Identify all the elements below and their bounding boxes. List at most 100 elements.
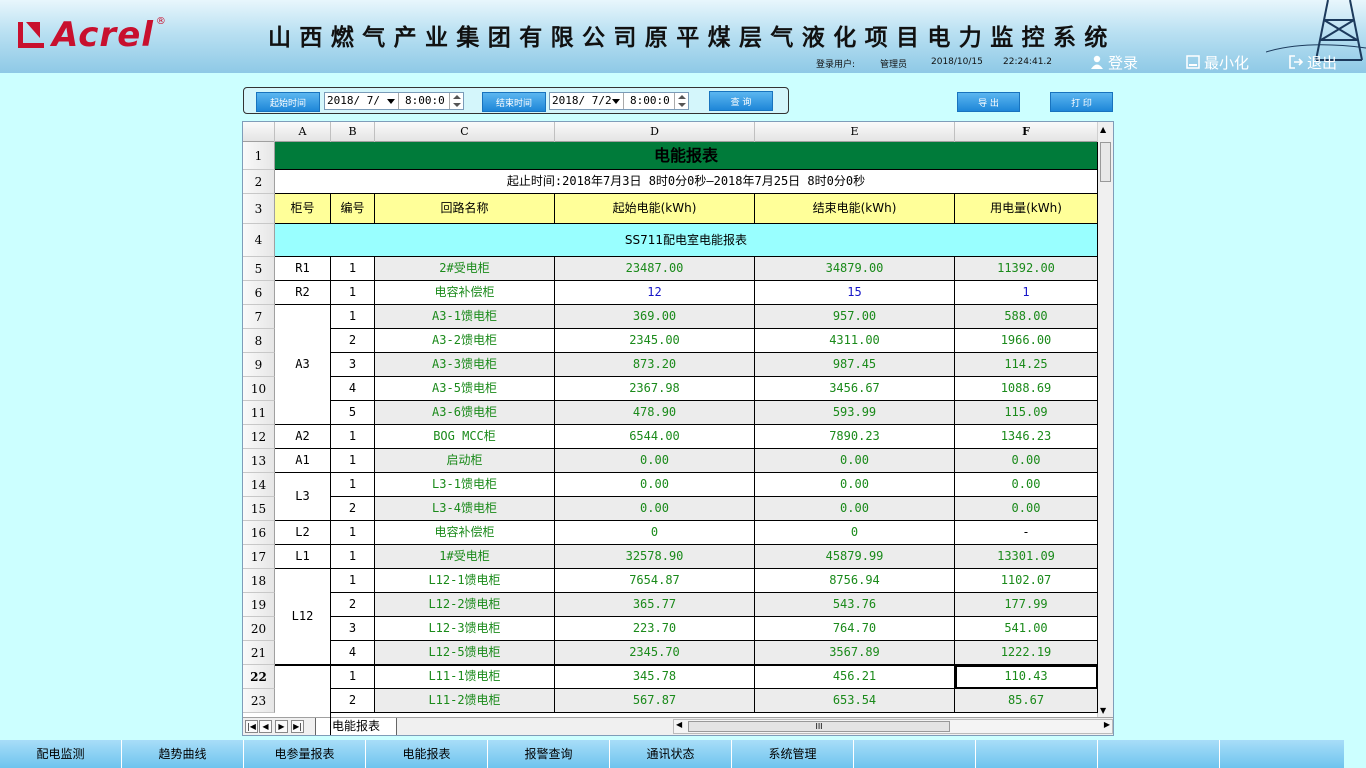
circuit-name-cell[interactable]: L3-1馈电柜 xyxy=(375,473,555,497)
end-energy-cell[interactable]: 987.45 xyxy=(755,353,955,377)
cabinet-cell[interactable]: L3 xyxy=(275,473,331,521)
end-energy-cell[interactable]: 0.00 xyxy=(755,449,955,473)
end-energy-cell[interactable]: 8756.94 xyxy=(755,569,955,593)
scroll-left-icon[interactable]: ◀ xyxy=(676,720,682,729)
circuit-name-cell[interactable]: 1#受电柜 xyxy=(375,545,555,569)
start-energy-cell[interactable]: 32578.90 xyxy=(555,545,755,569)
row-header[interactable]: 5 xyxy=(243,257,275,281)
row-header[interactable]: 22 xyxy=(243,665,275,689)
column-title[interactable]: 起始电能(kWh) xyxy=(555,194,755,224)
circuit-name-cell[interactable]: L12-3馈电柜 xyxy=(375,617,555,641)
start-energy-cell[interactable]: 6544.00 xyxy=(555,425,755,449)
column-header-a[interactable]: A xyxy=(275,122,331,142)
column-header-f[interactable]: F xyxy=(955,122,1098,142)
circuit-name-cell[interactable]: A3-6馈电柜 xyxy=(375,401,555,425)
start-energy-cell[interactable]: 365.77 xyxy=(555,593,755,617)
circuit-name-cell[interactable]: A3-2馈电柜 xyxy=(375,329,555,353)
start-energy-cell[interactable]: 7654.87 xyxy=(555,569,755,593)
start-energy-cell[interactable]: 345.78 xyxy=(555,665,755,689)
start-energy-cell[interactable]: 23487.00 xyxy=(555,257,755,281)
end-energy-cell[interactable]: 34879.00 xyxy=(755,257,955,281)
end-energy-cell[interactable]: 7890.23 xyxy=(755,425,955,449)
column-title[interactable]: 结束电能(kWh) xyxy=(755,194,955,224)
column-title[interactable]: 用电量(kWh) xyxy=(955,194,1098,224)
row-header[interactable]: 9 xyxy=(243,353,275,377)
end-energy-cell[interactable]: 653.54 xyxy=(755,689,955,713)
row-header[interactable]: 19 xyxy=(243,593,275,617)
end-energy-cell[interactable]: 3567.89 xyxy=(755,641,955,665)
row-header[interactable]: 12 xyxy=(243,425,275,449)
row-header[interactable]: 6 xyxy=(243,281,275,305)
circuit-name-cell[interactable]: L11-1馈电柜 xyxy=(375,665,555,689)
number-cell[interactable]: 5 xyxy=(331,401,375,425)
end-energy-cell[interactable]: 3456.67 xyxy=(755,377,955,401)
number-cell[interactable]: 1 xyxy=(331,305,375,329)
circuit-name-cell[interactable]: L12-2馈电柜 xyxy=(375,593,555,617)
end-energy-cell[interactable]: 15 xyxy=(755,281,955,305)
row-header[interactable]: 1 xyxy=(243,142,275,170)
start-energy-cell[interactable]: 478.90 xyxy=(555,401,755,425)
export-button[interactable]: 导 出 xyxy=(957,92,1020,112)
circuit-name-cell[interactable]: 启动柜 xyxy=(375,449,555,473)
start-date-dropdown-icon[interactable] xyxy=(387,99,395,104)
consumption-cell[interactable]: 0.00 xyxy=(955,449,1098,473)
number-cell[interactable]: 2 xyxy=(331,689,375,713)
nav-item-2[interactable]: 趋势曲线 xyxy=(122,740,244,768)
nav-item-11[interactable] xyxy=(1220,740,1344,768)
number-cell[interactable]: 3 xyxy=(331,617,375,641)
row-header[interactable]: 16 xyxy=(243,521,275,545)
circuit-name-cell[interactable]: L12-5馈电柜 xyxy=(375,641,555,665)
number-cell[interactable]: 3 xyxy=(331,353,375,377)
cabinet-cell[interactable]: A2 xyxy=(275,425,331,449)
nav-item-6[interactable]: 通讯状态 xyxy=(610,740,732,768)
circuit-name-cell[interactable]: 2#受电柜 xyxy=(375,257,555,281)
start-energy-cell[interactable]: 12 xyxy=(555,281,755,305)
consumption-cell[interactable]: 541.00 xyxy=(955,617,1098,641)
start-energy-cell[interactable]: 2367.98 xyxy=(555,377,755,401)
horizontal-scroll-thumb[interactable]: III xyxy=(688,721,950,732)
column-title[interactable]: 编号 xyxy=(331,194,375,224)
number-cell[interactable]: 1 xyxy=(331,281,375,305)
scroll-up-icon[interactable]: ▲ xyxy=(1100,125,1106,134)
consumption-cell[interactable]: 114.25 xyxy=(955,353,1098,377)
exit-button[interactable]: 退出 xyxy=(1289,53,1337,72)
cabinet-cell[interactable]: L1 xyxy=(275,545,331,569)
end-energy-cell[interactable]: 764.70 xyxy=(755,617,955,641)
consumption-cell[interactable]: 1102.07 xyxy=(955,569,1098,593)
circuit-name-cell[interactable]: 电容补偿柜 xyxy=(375,521,555,545)
column-header-b[interactable]: B xyxy=(331,122,375,142)
end-time-spinner[interactable] xyxy=(674,93,688,109)
start-energy-cell[interactable]: 873.20 xyxy=(555,353,755,377)
end-energy-cell[interactable]: 4311.00 xyxy=(755,329,955,353)
consumption-cell[interactable]: 1 xyxy=(955,281,1098,305)
minimize-button[interactable]: 最小化 xyxy=(1186,53,1249,72)
vertical-scroll-thumb[interactable] xyxy=(1100,142,1111,182)
end-date-dropdown-icon[interactable] xyxy=(612,99,620,104)
nav-item-1[interactable]: 配电监测 xyxy=(0,740,122,768)
column-title[interactable]: 柜号 xyxy=(275,194,331,224)
number-cell[interactable]: 1 xyxy=(331,569,375,593)
query-button[interactable]: 查 询 xyxy=(709,91,773,111)
row-header[interactable]: 17 xyxy=(243,545,275,569)
horizontal-scrollbar[interactable]: ◀ III ▶ xyxy=(673,719,1113,734)
cabinet-cell[interactable]: R2 xyxy=(275,281,331,305)
consumption-cell[interactable]: 11392.00 xyxy=(955,257,1098,281)
start-time-spinner[interactable] xyxy=(449,93,463,109)
start-energy-cell[interactable]: 0 xyxy=(555,521,755,545)
scroll-right-icon[interactable]: ▶ xyxy=(1104,720,1110,729)
row-header[interactable]: 10 xyxy=(243,377,275,401)
end-energy-cell[interactable]: 0.00 xyxy=(755,497,955,521)
scroll-down-icon[interactable]: ▼ xyxy=(1100,706,1106,715)
login-button[interactable]: 登录 xyxy=(1090,53,1138,72)
consumption-cell[interactable]: 110.43 xyxy=(955,665,1098,689)
row-header[interactable]: 2 xyxy=(243,170,275,194)
nav-item-10[interactable] xyxy=(1098,740,1220,768)
number-cell[interactable]: 2 xyxy=(331,593,375,617)
row-header[interactable]: 14 xyxy=(243,473,275,497)
nav-item-8[interactable] xyxy=(854,740,976,768)
consumption-cell[interactable]: 1088.69 xyxy=(955,377,1098,401)
nav-item-3[interactable]: 电参量报表 xyxy=(244,740,366,768)
end-energy-cell[interactable]: 0.00 xyxy=(755,473,955,497)
end-energy-cell[interactable]: 957.00 xyxy=(755,305,955,329)
row-header[interactable]: 7 xyxy=(243,305,275,329)
